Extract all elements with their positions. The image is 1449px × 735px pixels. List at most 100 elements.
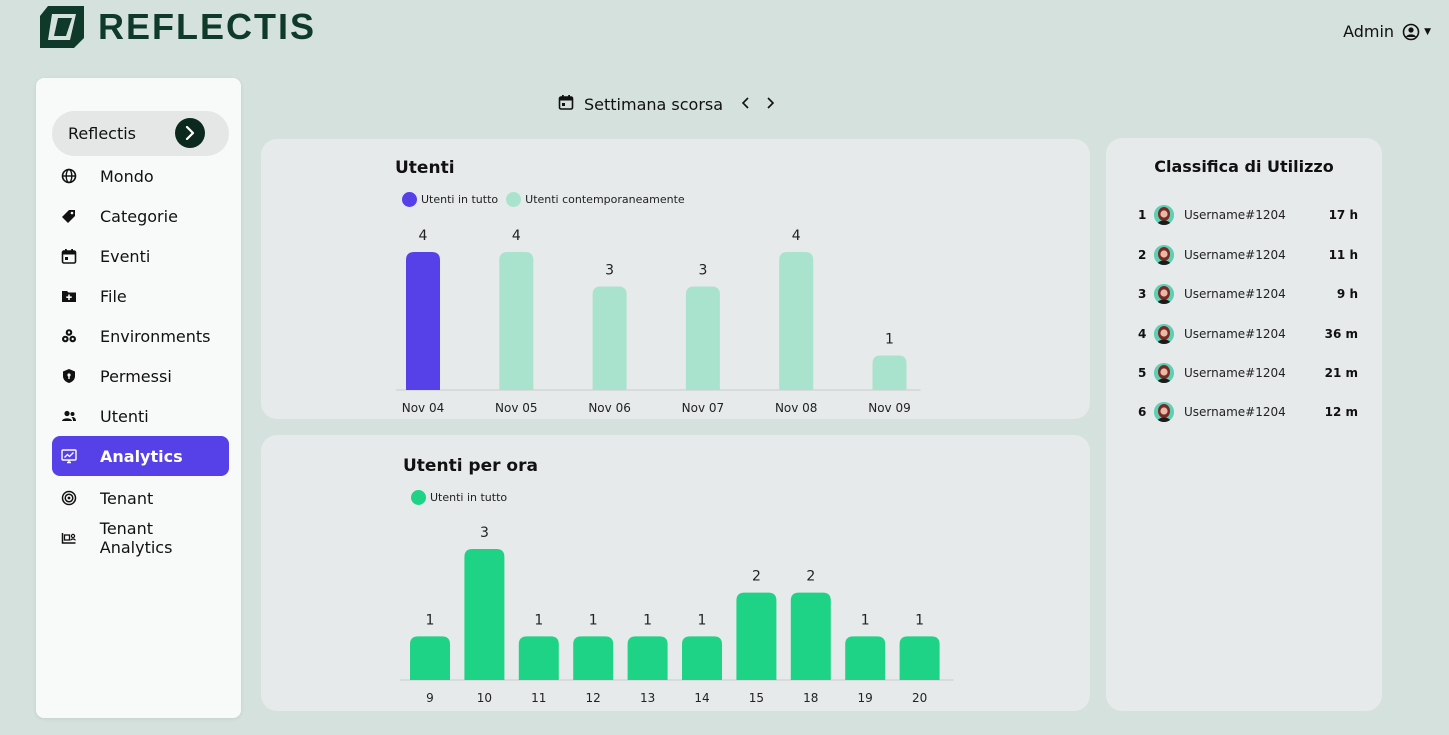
leaderboard-rank: 2: [1138, 248, 1147, 262]
sidebar-item-tenant[interactable]: Tenant: [52, 478, 229, 518]
leaderboard-row[interactable]: 5 Username#1204 21 m: [1106, 361, 1382, 385]
period-label: Settimana scorsa: [584, 94, 724, 114]
utenti-bar-chart: 4 Nov 04 4 Nov 05 3 Nov 06 3 Nov 07 4 Nov 08 1 Nov …: [396, 228, 921, 415]
utenti-per-ora-chart-card: Utenti per ora Utenti in tutto 1 9 3 10 1 11 1…: [261, 435, 1090, 711]
bar[interactable]: [790, 592, 831, 680]
leaderboard-time: 36 m: [1324, 327, 1358, 341]
leaderboard-time: 11 h: [1328, 248, 1358, 262]
leaderboard-row[interactable]: 3 Username#1204 9 h: [1106, 282, 1382, 306]
leaderboard-rank: 3: [1138, 287, 1147, 301]
data-label: 1: [534, 612, 543, 628]
sidebar-item-environments[interactable]: Environments: [52, 316, 229, 356]
bar[interactable]: [682, 636, 722, 680]
avatar: [1154, 402, 1174, 422]
bar[interactable]: [627, 636, 668, 680]
bar[interactable]: [464, 549, 505, 680]
avatar: [1154, 205, 1174, 225]
bar[interactable]: [779, 252, 814, 390]
x-tick-label: 13: [640, 691, 655, 705]
period-selector: Settimana scorsa: [558, 94, 775, 114]
chevron-right-icon[interactable]: [175, 118, 205, 148]
leaderboard-row[interactable]: 2 Username#1204 11 h: [1106, 243, 1382, 267]
sidebar-item-permessi[interactable]: Permessi: [52, 356, 229, 396]
bar[interactable]: [899, 636, 940, 680]
leaderboard-time: 9 h: [1336, 287, 1358, 301]
data-label: 1: [915, 612, 924, 628]
x-tick-label: 11: [531, 691, 546, 705]
data-label: 1: [861, 612, 870, 628]
shield-icon: [60, 367, 78, 385]
next-period-button[interactable]: [765, 95, 775, 114]
users-icon: [60, 407, 78, 425]
sidebar-item-label: File: [100, 286, 127, 306]
data-label: 4: [792, 228, 801, 244]
data-label: 3: [480, 525, 489, 541]
folder-add-icon: [60, 287, 78, 305]
x-tick-label: 14: [694, 691, 709, 705]
sidebar-item-label: Analytics: [100, 446, 183, 466]
world-selector[interactable]: Reflectis: [52, 111, 229, 156]
leaderboard-username: Username#1204: [1184, 327, 1286, 341]
sidebar-item-mondo[interactable]: Mondo: [52, 156, 229, 196]
avatar: [1154, 324, 1174, 344]
calendar-icon: [60, 247, 78, 265]
bar[interactable]: [872, 355, 907, 391]
sidebar-item-label: Tenant: [100, 488, 154, 508]
leaderboard-time: 21 m: [1324, 366, 1358, 380]
sidebar-item-analytics[interactable]: Analytics: [52, 436, 229, 476]
x-tick-label: 12: [586, 691, 601, 705]
leaderboard-rank: 6: [1138, 405, 1147, 419]
data-label: 1: [643, 612, 652, 628]
sidebar: Reflectis Mondo Categorie Eventi File En…: [36, 78, 241, 718]
tag-icon: [60, 207, 78, 225]
leaderboard-row[interactable]: 1 Username#1204 17 h: [1106, 203, 1382, 227]
bar[interactable]: [685, 286, 720, 391]
bar[interactable]: [518, 636, 559, 680]
sidebar-item-eventi[interactable]: Eventi: [52, 236, 229, 276]
bar[interactable]: [406, 252, 440, 390]
bar[interactable]: [736, 592, 777, 680]
data-label: 1: [426, 612, 435, 628]
avatar: [1154, 284, 1174, 304]
sidebar-item-label: Tenant Analytics: [99, 519, 173, 557]
globe-icon: [60, 167, 78, 185]
leaderboard-row[interactable]: 4 Username#1204 36 m: [1106, 322, 1382, 346]
bar[interactable]: [410, 636, 450, 680]
data-label: 3: [605, 263, 614, 279]
user-menu[interactable]: Admin ▼: [1343, 22, 1431, 41]
x-tick-label: Nov 05: [495, 401, 538, 415]
x-tick-label: 10: [477, 691, 492, 705]
leaderboard-username: Username#1204: [1184, 405, 1286, 419]
leaderboard-time: 12 m: [1324, 405, 1358, 419]
data-label: 1: [885, 332, 894, 348]
bar[interactable]: [499, 252, 534, 390]
bar[interactable]: [845, 636, 886, 680]
x-tick-label: 9: [426, 691, 434, 705]
chevron-down-icon: ▼: [1424, 26, 1431, 37]
utenti-per-ora-bar-chart: 19310111112113114215218119120: [400, 525, 954, 705]
sidebar-item-categorie[interactable]: Categorie: [52, 196, 229, 236]
bar[interactable]: [592, 286, 627, 391]
analytics-icon: [60, 447, 78, 465]
brand-logo[interactable]: REFLECTIS: [38, 4, 316, 50]
avatar: [1154, 245, 1174, 265]
leaderboard-row[interactable]: 6 Username#1204 12 m: [1106, 400, 1382, 424]
leaderboard-card: Classifica di Utilizzo 1 Username#1204 17 …: [1106, 138, 1382, 711]
data-label: 3: [698, 263, 707, 279]
sidebar-item-tenant-analytics[interactable]: Tenant Analytics: [52, 518, 229, 558]
avatar: [1154, 363, 1174, 383]
sidebar-item-file[interactable]: File: [52, 276, 229, 316]
tenant-analytics-icon: [60, 529, 78, 547]
bar[interactable]: [573, 636, 614, 680]
sidebar-item-label: Utenti: [100, 406, 149, 426]
sidebar-item-label: Categorie: [100, 206, 178, 226]
x-tick-label: 18: [803, 691, 818, 705]
cubes-icon: [60, 327, 78, 345]
chevron-right-icon: [767, 96, 775, 109]
x-tick-label: Nov 07: [682, 401, 725, 415]
x-tick-label: 19: [858, 691, 873, 705]
data-label: 2: [806, 569, 815, 585]
sidebar-item-utenti[interactable]: Utenti: [52, 396, 229, 436]
previous-period-button[interactable]: [741, 95, 751, 114]
reflectis-logo-icon: [40, 6, 84, 48]
